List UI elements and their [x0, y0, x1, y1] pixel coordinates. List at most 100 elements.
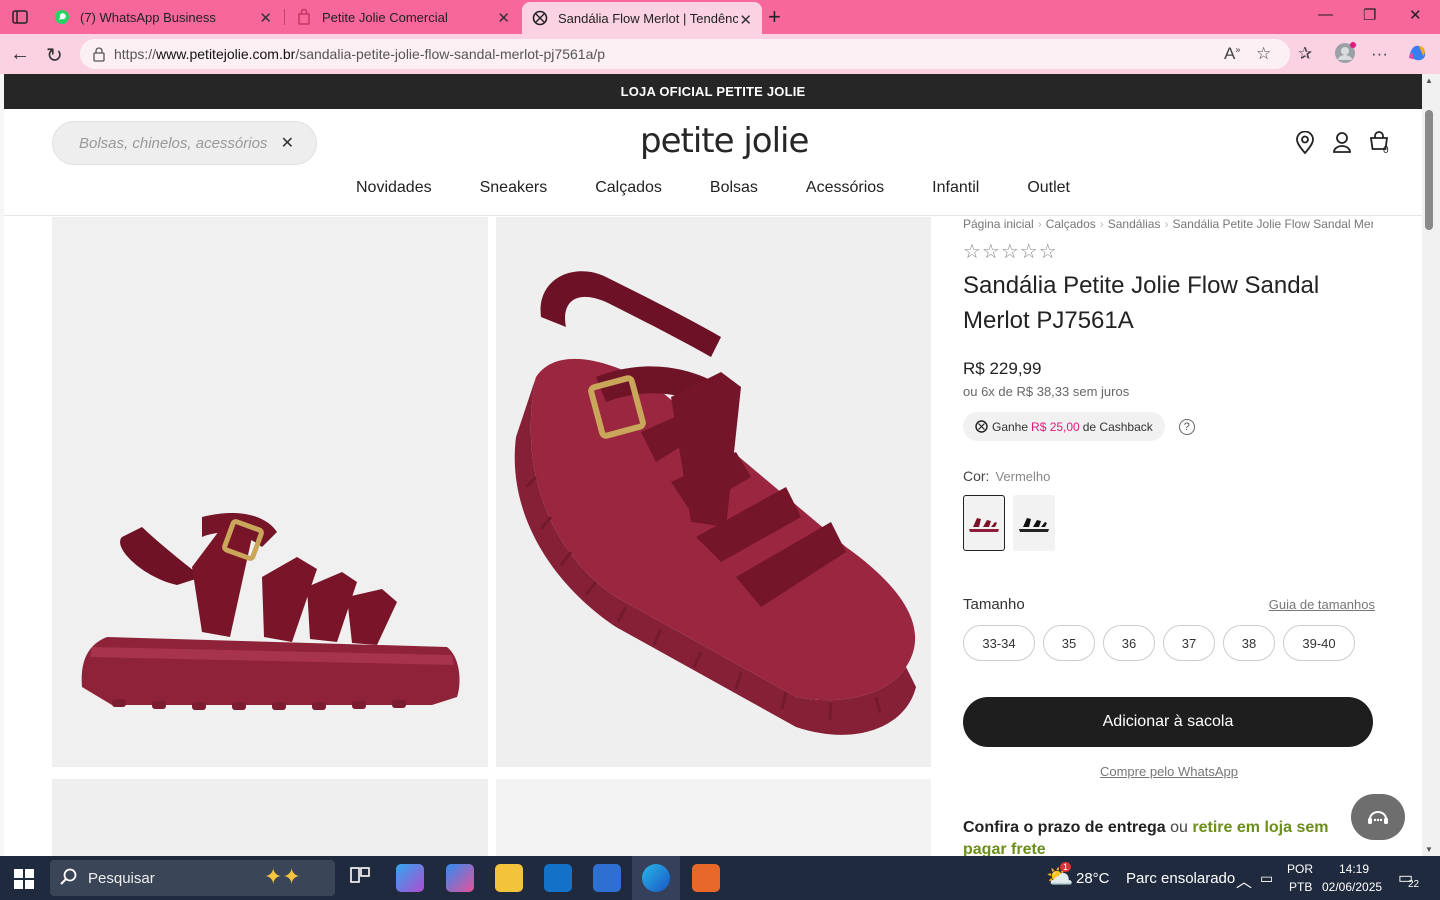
scroll-down-icon[interactable]: ▼: [1425, 845, 1433, 854]
add-to-bag-button[interactable]: Adicionar à sacola: [963, 697, 1373, 747]
close-tab-icon[interactable]: ✕: [259, 9, 272, 27]
whatsapp-icon: [54, 9, 70, 25]
copilot-icon[interactable]: [1406, 43, 1428, 68]
breadcrumb-home[interactable]: Página inicial: [963, 217, 1034, 231]
more-options-icon[interactable]: ···: [1371, 44, 1388, 64]
menu-item-infantil[interactable]: Infantil: [908, 179, 1003, 197]
help-icon[interactable]: ?: [1178, 418, 1195, 435]
favorite-star-icon[interactable]: ☆: [1256, 44, 1271, 64]
site-header: ✕ petite jolie 0 Novidades Sneakers Calç…: [4, 109, 1422, 216]
color-value: Vermelho: [995, 469, 1051, 484]
search-box[interactable]: ✕: [52, 121, 317, 165]
tab-petite-jolie-comercial[interactable]: Petite Jolie Comercial ✕: [286, 0, 520, 34]
product-title: Sandália Petite Jolie Flow Sandal Merlot…: [963, 272, 1320, 334]
new-tab-icon[interactable]: +: [768, 4, 781, 30]
size-35[interactable]: 35: [1043, 625, 1095, 661]
site-logo[interactable]: petite jolie: [640, 121, 809, 161]
scrollbar-thumb[interactable]: [1425, 110, 1433, 230]
close-window-icon[interactable]: ✕: [1409, 6, 1422, 24]
menu-item-novidades[interactable]: Novidades: [332, 179, 456, 197]
taskbar-search-label: Pesquisar: [88, 869, 155, 887]
size-38[interactable]: 38: [1223, 625, 1275, 661]
swatch-merlot[interactable]: [963, 495, 1005, 551]
web-page: LOJA OFICIAL PETITE JOLIE ✕ petite jolie…: [4, 74, 1422, 856]
file-explorer-icon[interactable]: [495, 864, 523, 892]
close-tab-icon[interactable]: ✕: [739, 11, 752, 29]
size-header: Tamanho Guia de tamanhos: [963, 596, 1375, 613]
bag-icon: [296, 9, 312, 25]
url-prefix: https://: [114, 46, 157, 62]
buy-whatsapp-link[interactable]: Compre pelo WhatsApp: [963, 764, 1375, 779]
lang-line2[interactable]: PTB: [1289, 880, 1312, 894]
main-menu: Novidades Sneakers Calçados Bolsas Acess…: [4, 179, 1422, 197]
promo-banner: LOJA OFICIAL PETITE JOLIE: [4, 74, 1422, 109]
clock-date[interactable]: 02/06/2025: [1322, 880, 1382, 894]
product-image-side[interactable]: [52, 217, 488, 767]
minimize-icon[interactable]: —: [1318, 6, 1333, 23]
clock-time[interactable]: 14:19: [1339, 862, 1369, 876]
account-icon[interactable]: [1332, 131, 1352, 158]
cashback-badge: Ganhe R$ 25,00 de Cashback: [963, 412, 1165, 441]
search-input[interactable]: [79, 134, 269, 152]
tab-whatsapp[interactable]: (7) WhatsApp Business ✕: [44, 0, 282, 34]
read-aloud-icon[interactable]: A»: [1224, 44, 1240, 64]
size-guide-link[interactable]: Guia de tamanhos: [1269, 597, 1375, 612]
petite-jolie-icon: [532, 10, 548, 26]
size-37[interactable]: 37: [1163, 625, 1215, 661]
product-image-4[interactable]: [496, 779, 931, 856]
menu-item-bolsas[interactable]: Bolsas: [686, 179, 782, 197]
breadcrumb-calcados[interactable]: Calçados: [1046, 217, 1096, 231]
size-options: 33-34 35 36 37 38 39-40: [963, 625, 1375, 661]
windows-start-icon[interactable]: [14, 869, 34, 894]
menu-item-outlet[interactable]: Outlet: [1003, 179, 1094, 197]
restore-icon[interactable]: ❐: [1363, 6, 1376, 24]
app-icon[interactable]: [692, 864, 720, 892]
delivery-or: ou: [1170, 819, 1188, 836]
profile-icon[interactable]: [1334, 42, 1356, 69]
outlook-icon[interactable]: [544, 864, 572, 892]
tab-sandalia-flow[interactable]: Sandália Flow Merlot | Tendência ✕: [522, 2, 762, 34]
lang-line1[interactable]: POR: [1287, 862, 1313, 876]
url-field[interactable]: https://www.petitejolie.com.br/sandalia-…: [80, 39, 1290, 69]
size-36[interactable]: 36: [1103, 625, 1155, 661]
menu-item-calcados[interactable]: Calçados: [571, 179, 686, 197]
refresh-icon[interactable]: ↻: [46, 43, 63, 68]
tab-title: Sandália Flow Merlot | Tendência: [558, 10, 738, 26]
taskbar-search[interactable]: Pesquisar ✦✦: [50, 860, 335, 896]
page-scrollbar[interactable]: ▲ ▼: [1422, 74, 1440, 856]
task-view-icon[interactable]: [348, 864, 376, 892]
m365-icon[interactable]: [396, 864, 424, 892]
store-locator-icon[interactable]: [1294, 130, 1316, 160]
swatch-black[interactable]: [1013, 495, 1055, 551]
notification-count: 22: [1408, 879, 1420, 890]
rating-stars[interactable]: ☆☆☆☆☆: [963, 239, 1375, 264]
back-icon[interactable]: ←: [10, 43, 30, 66]
size-39-40[interactable]: 39-40: [1283, 625, 1355, 661]
copilot-sparkle-icon: ✦✦: [264, 864, 301, 889]
weather-temp[interactable]: 28°C: [1076, 870, 1110, 887]
menu-item-acessorios[interactable]: Acessórios: [782, 179, 908, 197]
edge-icon[interactable]: [642, 864, 670, 892]
chat-button[interactable]: [1351, 794, 1405, 840]
breadcrumb-current: Sandália Petite Jolie Flow Sandal Merlot…: [1172, 217, 1373, 231]
weather-text[interactable]: Parc ensolarado: [1126, 870, 1235, 887]
menu-item-sneakers[interactable]: Sneakers: [456, 179, 572, 197]
store-icon[interactable]: [593, 864, 621, 892]
breadcrumb-sandalias[interactable]: Sandálias: [1108, 217, 1161, 231]
product-image-3[interactable]: [52, 779, 488, 856]
color-row: Cor: Vermelho: [963, 468, 1375, 484]
clear-search-icon[interactable]: ✕: [281, 133, 294, 153]
cashback-amount: R$ 25,00: [1031, 419, 1080, 434]
cashback-suffix: de Cashback: [1082, 419, 1153, 434]
tray-chevron-icon[interactable]: ︿: [1236, 868, 1252, 892]
product-image-top[interactable]: [496, 217, 931, 767]
tab-actions-icon[interactable]: [8, 6, 32, 28]
size-33-34[interactable]: 33-34: [963, 625, 1035, 661]
tab-divider: [284, 9, 285, 25]
copilot-app-icon[interactable]: [446, 864, 474, 892]
delivery-check-link[interactable]: Confira o prazo de entrega: [963, 819, 1166, 836]
scroll-up-icon[interactable]: ▲: [1425, 76, 1433, 85]
favorites-icon[interactable]: ✰: [1298, 44, 1312, 64]
close-tab-icon[interactable]: ✕: [497, 9, 510, 27]
network-icon[interactable]: ▭: [1260, 870, 1273, 887]
